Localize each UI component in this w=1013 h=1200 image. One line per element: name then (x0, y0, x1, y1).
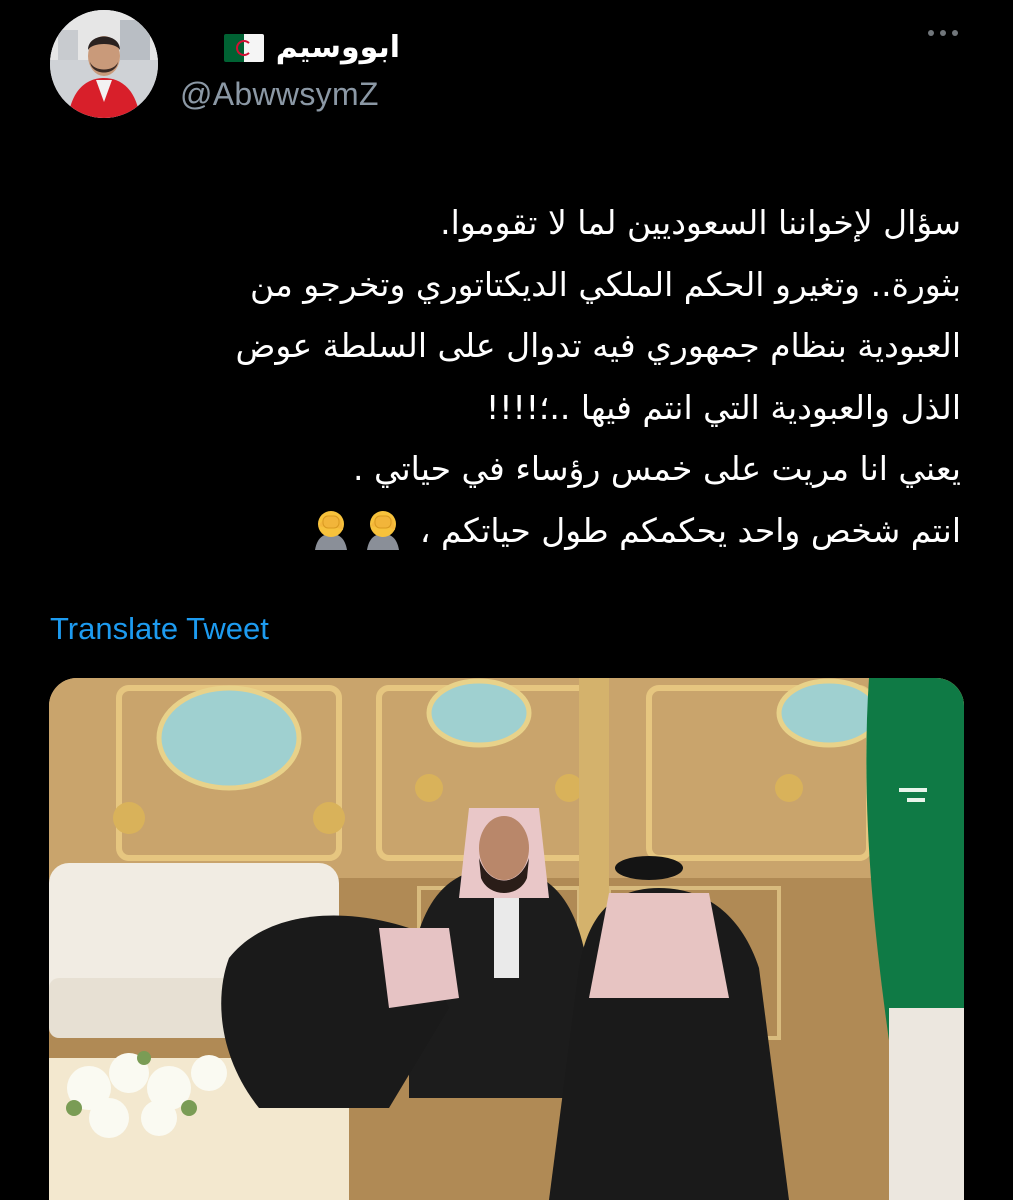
display-name[interactable]: ابووسيم (276, 30, 400, 65)
translate-tweet-link[interactable]: Translate Tweet (50, 611, 269, 647)
avatar[interactable] (50, 10, 158, 118)
attached-photo[interactable] (49, 678, 964, 1200)
more-options-icon[interactable] (928, 30, 958, 36)
tweet-header: ابووسيم @AbwwsymZ (48, 8, 968, 128)
user-handle[interactable]: @AbwwsymZ (180, 76, 379, 113)
tweet-text: سؤال لإخواننا السعوديين لما لا تقوموا. ب… (61, 192, 961, 561)
tweet-line: انتم شخص واحد يحكمكم طول حياتكم ، (419, 510, 961, 550)
tweet-line: الذل والعبودية التي انتم فيها ..؛!!!! (486, 387, 961, 427)
face-palm-emoji-icon (315, 510, 348, 550)
tweet-line-last: انتم شخص واحد يحكمكم طول حياتكم ، (61, 500, 961, 562)
face-palm-emoji-icon (367, 510, 400, 550)
display-name-row[interactable]: ابووسيم (223, 30, 400, 65)
tweet-line: يعني انا مريت على خمس رؤساء في حياتي . (352, 449, 961, 488)
tweet-line: سؤال لإخواننا السعوديين لما لا تقوموا. (440, 203, 961, 242)
algeria-flag-icon (223, 33, 264, 62)
tweet-line: بثورة.. وتغيرو الحكم الملكي الديكتاتوري … (250, 264, 961, 304)
tweet-line: العبودية بنظام جمهوري فيه تدوال على السل… (235, 326, 961, 365)
